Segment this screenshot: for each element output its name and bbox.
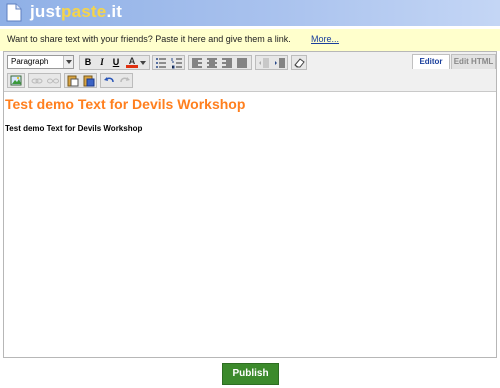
align-center-icon <box>207 58 217 68</box>
undo-button[interactable] <box>103 74 115 87</box>
info-banner: Want to share text with your friends? Pa… <box>0 29 500 51</box>
outdent-icon <box>259 58 269 68</box>
rich-text-editor: Paragraph B I U A Editor Edit HTML Test … <box>3 51 497 358</box>
numbered-list-icon <box>171 58 182 69</box>
image-group <box>7 73 25 88</box>
logo-prefix: just <box>30 2 62 21</box>
text-style-group: B I U A <box>79 55 150 70</box>
site-header: justpaste.it <box>0 0 500 26</box>
insert-image-button[interactable] <box>10 74 22 87</box>
align-left-icon <box>192 58 202 68</box>
content-paragraph: Test demo Text for Devils Workshop <box>5 124 143 133</box>
clear-format-group <box>291 55 307 70</box>
paste-text-button[interactable] <box>67 74 79 87</box>
align-right-icon <box>222 58 232 68</box>
content-heading: Test demo Text for Devils Workshop <box>5 96 246 112</box>
text-color-dropdown[interactable] <box>138 56 148 69</box>
editor-content-area[interactable]: Test demo Text for Devils Workshop Test … <box>4 93 496 357</box>
align-justify-icon <box>237 58 247 68</box>
align-justify-button[interactable] <box>236 56 248 69</box>
site-logo[interactable]: justpaste.it <box>30 2 122 22</box>
align-left-button[interactable] <box>191 56 203 69</box>
tab-edit-html[interactable]: Edit HTML <box>451 54 496 69</box>
paste-group <box>64 73 97 88</box>
alignment-group <box>188 55 252 70</box>
align-center-button[interactable] <box>206 56 218 69</box>
bold-button[interactable]: B <box>82 56 94 69</box>
insert-link-button[interactable] <box>31 74 43 87</box>
redo-icon <box>120 77 130 83</box>
text-color-button[interactable]: A <box>126 56 138 68</box>
editor-toolbar: Paragraph B I U A Editor Edit HTML <box>4 52 496 92</box>
redo-button[interactable] <box>119 74 131 87</box>
indent-button[interactable] <box>274 56 286 69</box>
align-right-button[interactable] <box>221 56 233 69</box>
underline-button[interactable]: U <box>110 56 122 69</box>
list-group <box>152 55 185 70</box>
chevron-down-icon <box>140 61 146 65</box>
indent-icon <box>275 58 285 68</box>
tab-editor[interactable]: Editor <box>412 54 450 69</box>
clear-format-button[interactable] <box>293 56 305 69</box>
format-select[interactable]: Paragraph <box>7 55 74 69</box>
format-select-value: Paragraph <box>11 57 49 66</box>
indent-group <box>255 55 288 70</box>
eraser-icon <box>294 58 305 68</box>
outdent-button[interactable] <box>258 56 270 69</box>
paste-text-icon <box>67 75 79 87</box>
logo-suffix: .it <box>106 2 123 21</box>
paste-word-icon <box>83 75 95 87</box>
logo-accent: paste <box>61 2 107 21</box>
bullet-list-icon <box>156 58 166 68</box>
unlink-icon <box>47 78 59 84</box>
document-logo-icon <box>6 3 22 22</box>
undo-icon <box>104 77 114 83</box>
numbered-list-button[interactable] <box>171 56 183 69</box>
link-group <box>28 73 61 88</box>
paste-word-button[interactable] <box>83 74 95 87</box>
banner-text: Want to share text with your friends? Pa… <box>7 34 291 44</box>
link-icon <box>31 78 43 84</box>
chevron-down-icon <box>63 56 73 68</box>
insert-image-icon <box>10 75 22 86</box>
more-link[interactable]: More... <box>311 34 339 44</box>
publish-button[interactable]: Publish <box>222 363 279 385</box>
bullet-list-button[interactable] <box>155 56 167 69</box>
history-group <box>100 73 133 88</box>
unlink-button[interactable] <box>47 74 59 87</box>
italic-button[interactable]: I <box>96 56 108 69</box>
